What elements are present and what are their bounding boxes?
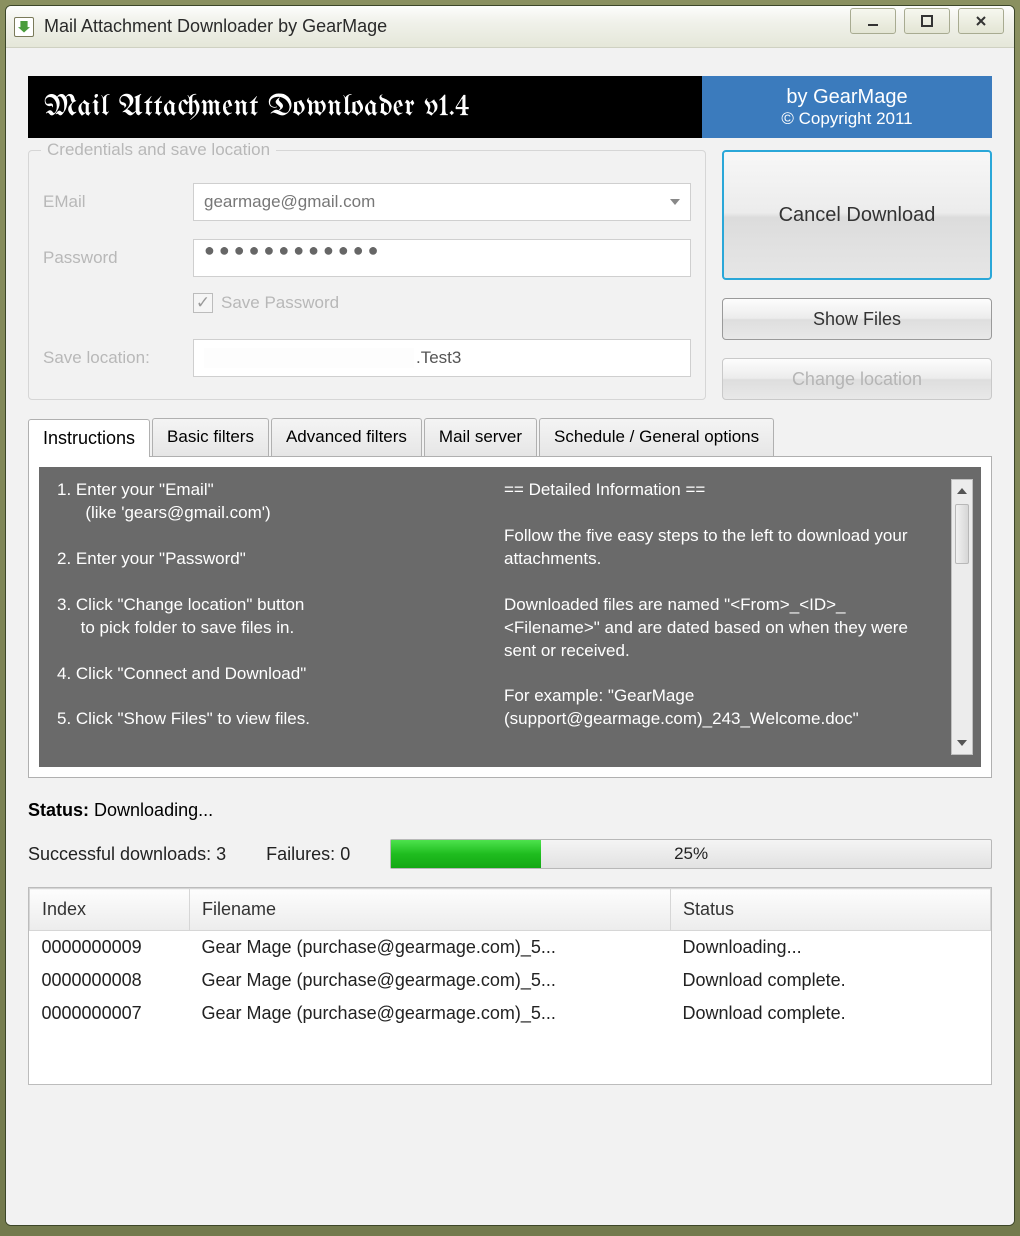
scroll-down-icon[interactable] <box>952 732 972 754</box>
success-label: Successful downloads: <box>28 844 211 864</box>
password-field[interactable]: ●●●●●●●●●●●● <box>193 239 691 277</box>
maximize-button[interactable] <box>904 8 950 34</box>
cell-filename: Gear Mage (purchase@gearmage.com)_5... <box>190 997 671 1084</box>
scrollbar[interactable] <box>951 479 973 755</box>
scroll-thumb[interactable] <box>955 504 969 564</box>
password-label: Password <box>43 248 193 268</box>
scroll-up-icon[interactable] <box>952 480 972 502</box>
tab-advanced-filters[interactable]: Advanced filters <box>271 418 422 456</box>
cancel-download-button[interactable]: Cancel Download <box>722 150 992 280</box>
window-title: Mail Attachment Downloader by GearMage <box>44 16 387 37</box>
downloads-table: Index Filename Status 0000000009 Gear Ma… <box>28 887 992 1085</box>
show-files-button[interactable]: Show Files <box>722 298 992 340</box>
table-row[interactable]: 0000000007 Gear Mage (purchase@gearmage.… <box>30 997 991 1084</box>
client-area: Mail Attachment Downloader v1.4 by GearM… <box>6 48 1014 1225</box>
status-label: Status: <box>28 800 89 820</box>
email-field[interactable] <box>193 183 691 221</box>
save-location-suffix: .Test3 <box>416 348 461 368</box>
close-button[interactable] <box>958 8 1004 34</box>
banner-credits: by GearMage © Copyright 2011 <box>702 76 992 138</box>
cell-filename: Gear Mage (purchase@gearmage.com)_5... <box>190 931 671 965</box>
tab-basic-filters[interactable]: Basic filters <box>152 418 269 456</box>
col-index[interactable]: Index <box>30 889 190 931</box>
save-location-field[interactable]: .Test3 <box>193 339 691 377</box>
col-status[interactable]: Status <box>671 889 991 931</box>
status-area: Status: Downloading... Successful downlo… <box>28 800 992 1085</box>
table-row[interactable]: 0000000009 Gear Mage (purchase@gearmage.… <box>30 931 991 965</box>
tab-schedule-options[interactable]: Schedule / General options <box>539 418 774 456</box>
banner: Mail Attachment Downloader v1.4 by GearM… <box>28 76 992 138</box>
app-icon <box>14 17 34 37</box>
cell-index: 0000000007 <box>30 997 190 1084</box>
table-body: 0000000009 Gear Mage (purchase@gearmage.… <box>30 931 991 1085</box>
table-row[interactable]: 0000000008 Gear Mage (purchase@gearmage.… <box>30 964 991 997</box>
progress-label: 25% <box>391 840 991 868</box>
email-dropdown-icon[interactable] <box>660 184 690 220</box>
tab-body: 1. Enter your "Email" (like 'gears@gmail… <box>28 457 992 778</box>
instructions-panel: 1. Enter your "Email" (like 'gears@gmail… <box>39 467 981 767</box>
titlebar: Mail Attachment Downloader by GearMage <box>6 6 1014 48</box>
credentials-legend: Credentials and save location <box>41 140 276 160</box>
email-label: EMail <box>43 192 193 212</box>
fail-count: 0 <box>340 844 350 864</box>
status-value: Downloading... <box>94 800 213 820</box>
product-title: Mail Attachment Downloader v1.4 <box>28 76 702 138</box>
success-count: 3 <box>216 844 226 864</box>
tabs: Instructions Basic filters Advanced filt… <box>28 418 992 778</box>
minimize-button[interactable] <box>850 8 896 34</box>
col-filename[interactable]: Filename <box>190 889 671 931</box>
tab-instructions[interactable]: Instructions <box>28 419 150 457</box>
progress-bar: 25% <box>390 839 992 869</box>
save-password-checkbox[interactable]: ✓ <box>193 293 213 313</box>
credentials-groupbox: Credentials and save location EMail Pass… <box>28 150 706 400</box>
cell-index: 0000000008 <box>30 964 190 997</box>
cell-filename: Gear Mage (purchase@gearmage.com)_5... <box>190 964 671 997</box>
main-window: Mail Attachment Downloader by GearMage M… <box>5 5 1015 1226</box>
cell-index: 0000000009 <box>30 931 190 965</box>
cell-status: Download complete. <box>671 964 991 997</box>
save-password-label: Save Password <box>221 293 339 313</box>
copyright-line: © Copyright 2011 <box>781 109 912 129</box>
save-location-label: Save location: <box>43 348 193 368</box>
cell-status: Downloading... <box>671 931 991 965</box>
change-location-button[interactable]: Change location <box>722 358 992 400</box>
cell-status: Download complete. <box>671 997 991 1084</box>
instructions-left-col: 1. Enter your "Email" (like 'gears@gmail… <box>57 479 486 755</box>
instructions-right-col: == Detailed Information == Follow the fi… <box>504 479 933 755</box>
fail-label: Failures: <box>266 844 335 864</box>
tab-mail-server[interactable]: Mail server <box>424 418 537 456</box>
by-line: by GearMage <box>786 86 907 109</box>
